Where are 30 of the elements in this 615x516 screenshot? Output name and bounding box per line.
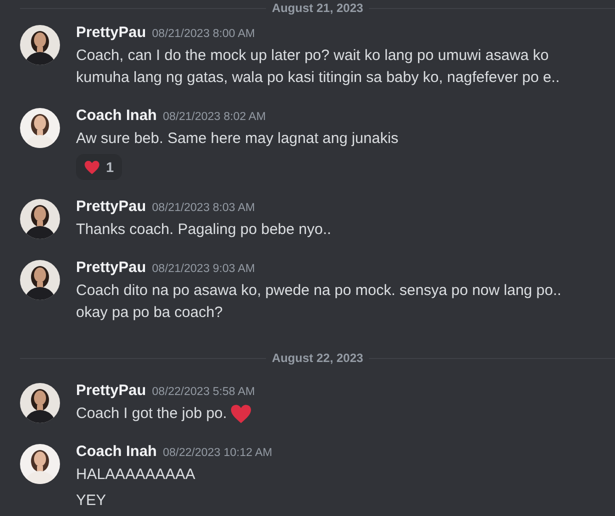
date-divider: August 21, 2023: [272, 0, 364, 16]
timestamp: 08/21/2023 8:00 AM: [152, 28, 255, 40]
avatar[interactable]: [20, 199, 60, 239]
message-text: Coach, can I do the mock up later po? wait ko lang po umuwi asawa ko kumuha lang ng gatas, wala po kasi titingin sa baby ko, nagfefever po e..: [76, 46, 561, 88]
username[interactable]: PrettyPau: [76, 24, 146, 41]
timestamp: 08/21/2023 9:03 AM: [152, 263, 255, 275]
avatar[interactable]: [20, 25, 60, 65]
avatar[interactable]: [20, 444, 60, 484]
message-text: YEY: [76, 491, 106, 511]
timestamp: 08/22/2023 5:58 AM: [152, 386, 255, 398]
username[interactable]: Coach Inah: [76, 443, 157, 460]
timestamp: 08/22/2023 10:12 AM: [162, 447, 272, 459]
username[interactable]: PrettyPau: [76, 198, 146, 215]
message-text: Coach I got the job po.: [76, 404, 227, 424]
username[interactable]: PrettyPau: [76, 382, 146, 399]
timestamp: 08/21/2023 8:03 AM: [152, 202, 255, 214]
reaction-button[interactable]: 1: [76, 154, 122, 180]
message-text: Coach dito na po asawa ko, pwede na po mock. sensya po now lang po.. okay pa po ba coach?: [76, 281, 562, 323]
message-text: HALAAAAAAAAA: [76, 465, 196, 485]
username[interactable]: PrettyPau: [76, 259, 146, 276]
heart-icon: [230, 404, 252, 424]
date-divider: August 22, 2023: [272, 350, 364, 366]
username[interactable]: Coach Inah: [76, 107, 157, 124]
timestamp: 08/21/2023 8:02 AM: [162, 111, 266, 123]
avatar[interactable]: [20, 260, 60, 300]
message-text: Thanks coach. Pagaling po bebe nyo..: [76, 220, 332, 240]
heart-icon: [84, 160, 100, 174]
avatar[interactable]: [20, 108, 60, 148]
avatar[interactable]: [20, 383, 60, 423]
message-text: Aw sure beb. Same here may lagnat ang junakis: [76, 129, 398, 149]
